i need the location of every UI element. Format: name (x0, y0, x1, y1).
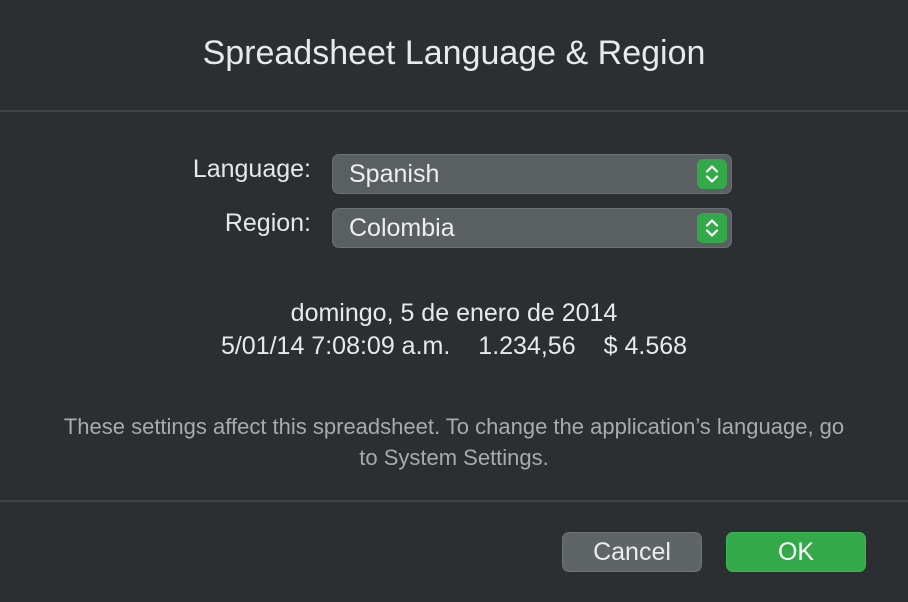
preview-short-formats: 5/01/14 7:08:09 a.m. 1.234,56 $ 4.568 (0, 332, 908, 361)
language-popup[interactable]: Spanish (332, 154, 732, 194)
preview-number: 1.234,56 (478, 332, 576, 360)
region-value: Colombia (349, 214, 455, 242)
language-label: Language: (192, 155, 311, 183)
region-label: Region: (224, 209, 311, 237)
title-divider (0, 110, 908, 112)
language-value: Spanish (349, 160, 440, 188)
preview-short-datetime: 5/01/14 7:08:09 a.m. (220, 332, 451, 360)
settings-note: These settings affect this spreadsheet. … (63, 414, 845, 470)
cancel-button[interactable]: Cancel (562, 532, 702, 572)
preview-long-date: domingo, 5 de enero de 2014 (290, 299, 618, 327)
chevron-up-down-icon (697, 159, 727, 189)
region-popup[interactable]: Colombia (332, 208, 732, 248)
footer-divider (0, 500, 908, 502)
preview-currency: $ 4.568 (603, 332, 688, 360)
ok-button[interactable]: OK (726, 532, 866, 572)
chevron-up-down-icon (697, 213, 727, 243)
dialog-title: Spreadsheet Language & Region (202, 34, 706, 72)
language-region-dialog: Spreadsheet Language & Region Language: … (0, 0, 908, 602)
